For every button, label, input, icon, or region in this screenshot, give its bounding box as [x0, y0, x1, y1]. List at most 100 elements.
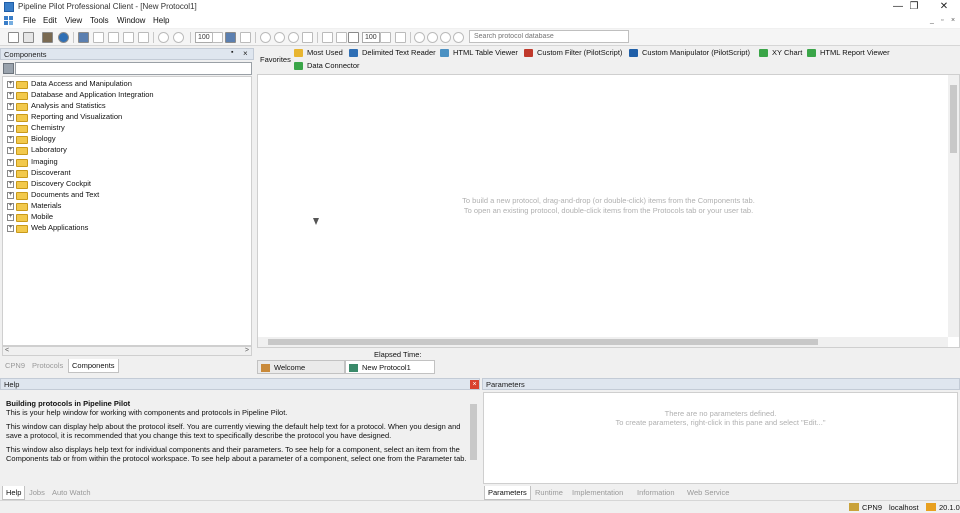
- package-icon[interactable]: [42, 32, 53, 43]
- folder-icon: [16, 147, 28, 155]
- scroll-right-icon[interactable]: >: [245, 347, 249, 354]
- report-icon: [807, 49, 816, 57]
- app-menu-icon[interactable]: [4, 16, 15, 26]
- help-paragraph: This window can display help about the p…: [6, 422, 461, 440]
- tab-welcome[interactable]: Welcome: [257, 360, 345, 374]
- pause-icon[interactable]: [288, 32, 299, 43]
- folder-icon: [16, 159, 28, 167]
- pin-icon[interactable]: ▪: [231, 49, 233, 56]
- scroll-left-icon[interactable]: <: [5, 347, 9, 354]
- print-icon[interactable]: [348, 32, 359, 43]
- expand-icon[interactable]: +: [7, 103, 14, 110]
- folder-icon: [16, 203, 28, 211]
- help-vertical-scrollbar[interactable]: [468, 396, 479, 484]
- rotate-right-icon[interactable]: [173, 32, 184, 43]
- scrollbar-thumb[interactable]: [268, 339, 818, 345]
- restore-button[interactable]: ❐: [900, 0, 928, 14]
- mdi-minimize-button[interactable]: _: [930, 17, 934, 24]
- globe-icon[interactable]: [427, 32, 438, 43]
- expand-icon[interactable]: +: [7, 92, 14, 99]
- expand-icon[interactable]: +: [7, 181, 14, 188]
- comment-icon[interactable]: [322, 32, 333, 43]
- components-tree[interactable]: + Data Access and Manipulation + Database …: [2, 76, 252, 346]
- components-horizontal-scrollbar[interactable]: < >: [2, 346, 252, 356]
- server-name: CPN9: [862, 503, 883, 512]
- protocol-search-input[interactable]: [469, 30, 629, 43]
- expand-icon[interactable]: +: [7, 225, 14, 232]
- paste-icon[interactable]: [123, 32, 134, 43]
- help-paragraph: This is your help window for working wit…: [6, 408, 288, 417]
- run-icon[interactable]: [260, 32, 271, 43]
- protocol-workspace[interactable]: To build a new protocol, drag-and-drop (…: [257, 74, 960, 348]
- menu-edit[interactable]: Edit: [43, 16, 57, 25]
- help-panel-title: Help: [4, 380, 20, 389]
- scrollbar-thumb[interactable]: [950, 85, 957, 153]
- expand-icon[interactable]: +: [7, 114, 14, 121]
- menu-tools[interactable]: Tools: [90, 16, 109, 25]
- print-zoom-select[interactable]: 100: [362, 32, 380, 43]
- tab-new-protocol1[interactable]: New Protocol1: [345, 360, 435, 374]
- tab-web-service[interactable]: Web Service: [684, 486, 732, 500]
- expand-icon[interactable]: +: [7, 159, 14, 166]
- components-close-icon[interactable]: ×: [243, 49, 248, 58]
- forward-icon[interactable]: [453, 32, 464, 43]
- expand-icon[interactable]: +: [7, 125, 14, 132]
- parameters-pane[interactable]: There are no parameters defined. To crea…: [483, 392, 958, 484]
- tab-cpn9[interactable]: CPN9: [2, 359, 28, 373]
- expand-icon[interactable]: +: [7, 214, 14, 221]
- tab-jobs[interactable]: Jobs: [26, 486, 48, 500]
- menu-window[interactable]: Window: [117, 16, 145, 25]
- tab-auto-watch[interactable]: Auto Watch: [49, 486, 94, 500]
- print-fit-icon[interactable]: [395, 32, 406, 43]
- cut-icon[interactable]: [93, 32, 104, 43]
- mdi-restore-button[interactable]: ▫: [941, 17, 943, 24]
- window-title: Pipeline Pilot Professional Client - [Ne…: [18, 2, 197, 11]
- expand-icon[interactable]: +: [7, 81, 14, 88]
- mdi-close-button[interactable]: ×: [951, 17, 955, 24]
- parameters-panel-title: Parameters: [486, 380, 525, 389]
- expand-icon[interactable]: +: [7, 170, 14, 177]
- components-filter-input[interactable]: [15, 62, 252, 75]
- zoom-select[interactable]: 100: [195, 32, 213, 43]
- filter-icon[interactable]: [3, 63, 14, 74]
- rotate-left-icon[interactable]: [158, 32, 169, 43]
- workspace-horizontal-scrollbar[interactable]: [258, 337, 948, 347]
- folder-icon: [16, 225, 28, 233]
- menu-file[interactable]: File: [23, 16, 36, 25]
- tab-runtime[interactable]: Runtime: [532, 486, 566, 500]
- print-zoom-dropdown-icon[interactable]: [380, 32, 391, 43]
- stop-icon[interactable]: [274, 32, 285, 43]
- undo-icon[interactable]: [78, 32, 89, 43]
- workspace-vertical-scrollbar[interactable]: [948, 75, 959, 337]
- tab-help[interactable]: Help: [2, 486, 26, 500]
- tab-implementation[interactable]: Implementation: [569, 486, 626, 500]
- parameters-panel-header: Parameters: [482, 378, 960, 390]
- tab-components[interactable]: Components: [68, 359, 119, 373]
- scrollbar-thumb[interactable]: [470, 404, 477, 460]
- expand-icon[interactable]: +: [7, 136, 14, 143]
- tab-protocols[interactable]: Protocols: [29, 359, 66, 373]
- menu-view[interactable]: View: [65, 16, 82, 25]
- expand-icon[interactable]: +: [7, 203, 14, 210]
- tab-information[interactable]: Information: [634, 486, 678, 500]
- expand-icon[interactable]: [240, 32, 251, 43]
- delete-icon[interactable]: [138, 32, 149, 43]
- help-content: Building protocols in Pipeline Pilot Thi…: [2, 396, 468, 484]
- warning-icon[interactable]: [302, 32, 313, 43]
- tab-parameters[interactable]: Parameters: [484, 486, 531, 500]
- expand-icon[interactable]: +: [7, 192, 14, 199]
- help-close-icon[interactable]: ×: [470, 380, 479, 389]
- folder-icon: [16, 181, 28, 189]
- open-icon[interactable]: [23, 32, 34, 43]
- expand-icon[interactable]: +: [7, 147, 14, 154]
- find-icon[interactable]: [336, 32, 347, 43]
- back-icon[interactable]: [440, 32, 451, 43]
- home-icon[interactable]: [414, 32, 425, 43]
- fit-icon[interactable]: [225, 32, 236, 43]
- close-window-button[interactable]: ✕: [930, 0, 958, 14]
- help-icon[interactable]: [58, 32, 69, 43]
- new-icon[interactable]: [8, 32, 19, 43]
- copy-icon[interactable]: [108, 32, 119, 43]
- menu-help[interactable]: Help: [153, 16, 169, 25]
- zoom-dropdown-icon[interactable]: [212, 32, 223, 43]
